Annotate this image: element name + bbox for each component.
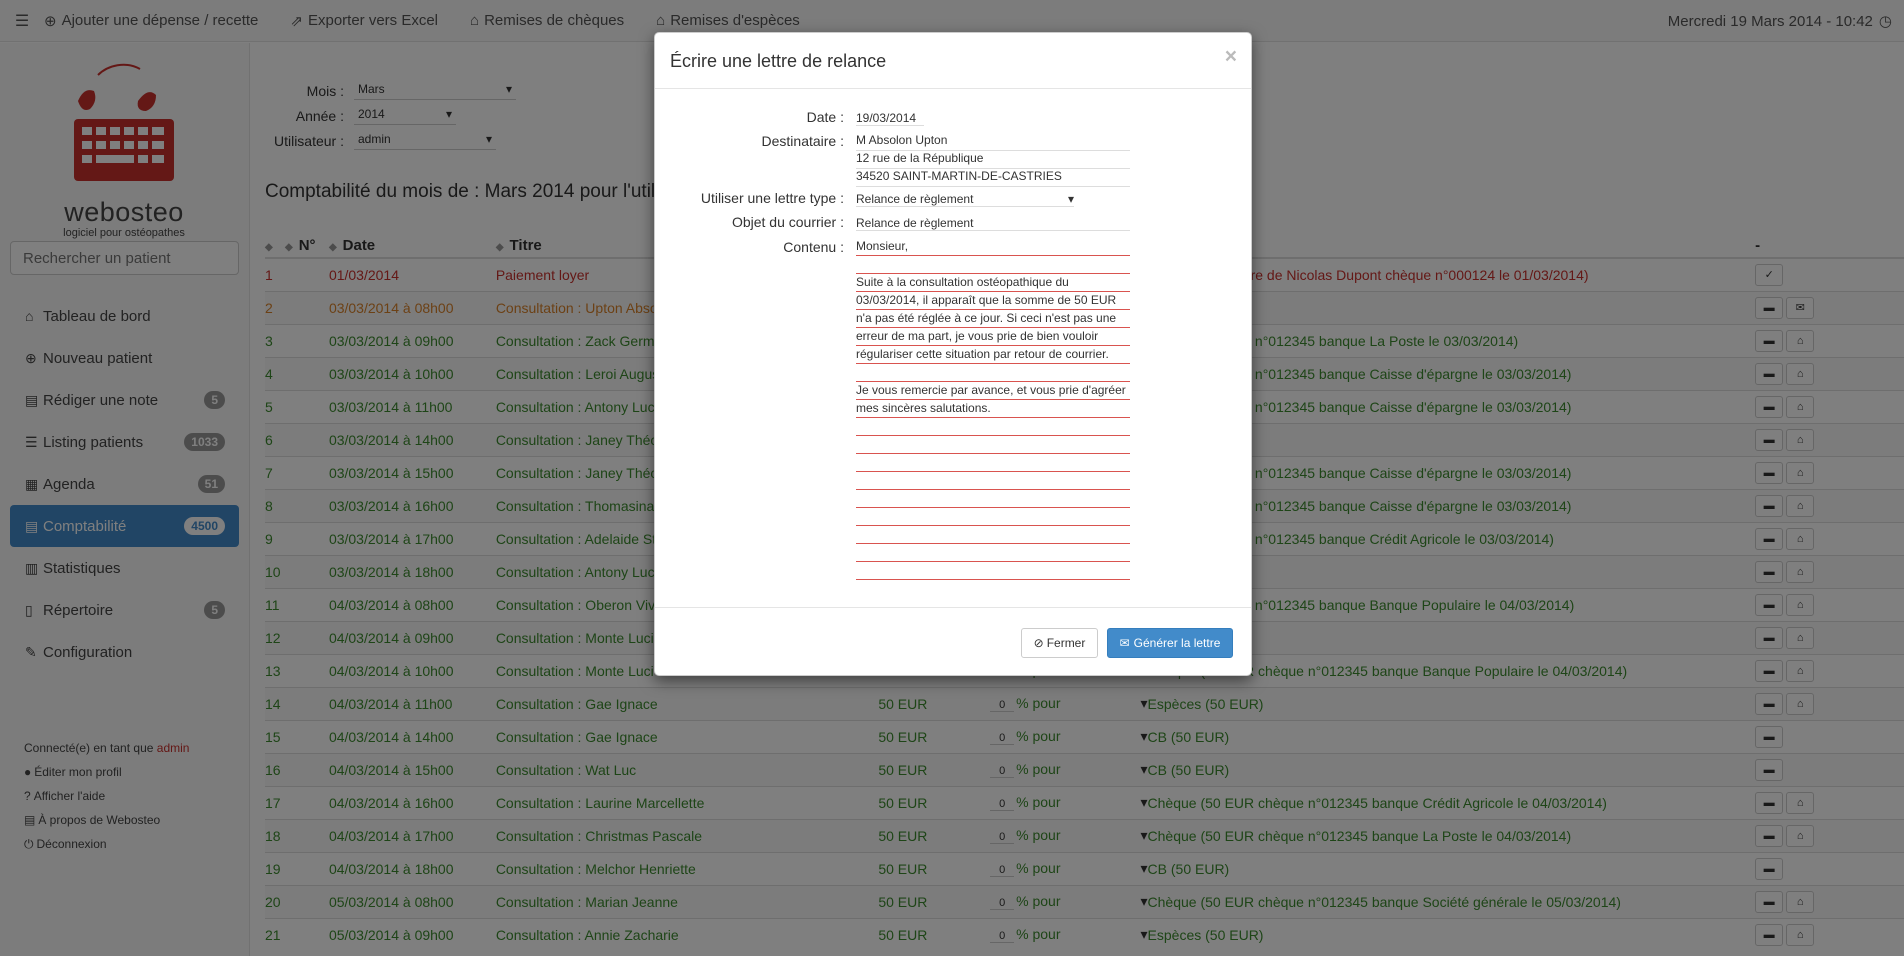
content-line: Suite à la consultation ostéopathique du (856, 274, 1130, 292)
letter-type-select[interactable]: Relance de règlement ▾ (856, 192, 1074, 207)
content-line: Je vous remercie par avance, et vous pri… (856, 382, 1130, 400)
content-line (856, 364, 1130, 382)
content-line (856, 526, 1130, 544)
close-icon[interactable]: × (1225, 45, 1237, 69)
content-line (856, 436, 1130, 454)
content-line (856, 562, 1130, 580)
envelope-icon: ✉ (1119, 636, 1130, 650)
content-line (856, 490, 1130, 508)
ban-icon: ⊘ (1033, 636, 1044, 650)
letter-type-value: Relance de règlement (856, 192, 974, 206)
content-line: 03/03/2014, il apparaît que la somme de … (856, 292, 1130, 310)
content-line (856, 418, 1130, 436)
generate-letter-button[interactable]: ✉ Générer la lettre (1107, 628, 1233, 658)
content-line: n'a pas été réglée à ce jour. Si ceci n'… (856, 310, 1130, 328)
caret-down-icon: ▾ (1067, 192, 1074, 206)
recipient-line: 34520 SAINT-MARTIN-DE-CASTRIES (856, 169, 1130, 187)
close-button[interactable]: ⊘ Fermer (1021, 628, 1098, 658)
content-line: mes sincères salutations. (856, 400, 1130, 418)
content-line (856, 508, 1130, 526)
content-label: Contenu : (783, 239, 844, 255)
date-label: Date : (806, 109, 844, 125)
content-line (856, 544, 1130, 562)
recipient-field[interactable]: M Absolon Upton 12 rue de la République … (856, 133, 1130, 187)
reminder-letter-modal: Écrire une lettre de relance × Date : 19… (654, 32, 1252, 676)
content-line: Monsieur, (856, 238, 1130, 256)
recipient-label: Destinataire : (761, 133, 844, 149)
content-line (856, 472, 1130, 490)
recipient-line: 12 rue de la République (856, 151, 1130, 169)
content-line: régulariser cette situation par retour d… (856, 346, 1130, 364)
letter-type-label: Utiliser une lettre type : (700, 190, 844, 206)
date-field[interactable]: 19/03/2014 (856, 111, 924, 126)
content-line (856, 256, 1130, 274)
subject-field[interactable]: Relance de règlement (856, 216, 1130, 231)
content-line (856, 454, 1130, 472)
content-textarea[interactable]: Monsieur, Suite à la consultation ostéopa… (856, 238, 1130, 580)
content-line: erreur de ma part, je vous prie de bien … (856, 328, 1130, 346)
subject-label: Objet du courrier : (731, 214, 844, 230)
generate-letter-label: Générer la lettre (1133, 636, 1221, 650)
modal-body: Date : 19/03/2014 Destinataire : M Absol… (655, 89, 1251, 607)
modal-footer: ⊘ Fermer ✉ Générer la lettre (655, 607, 1251, 675)
close-button-label: Fermer (1046, 636, 1086, 650)
recipient-line: M Absolon Upton (856, 133, 1130, 151)
modal-title: Écrire une lettre de relance (670, 51, 887, 71)
modal-header: Écrire une lettre de relance × (655, 33, 1251, 89)
